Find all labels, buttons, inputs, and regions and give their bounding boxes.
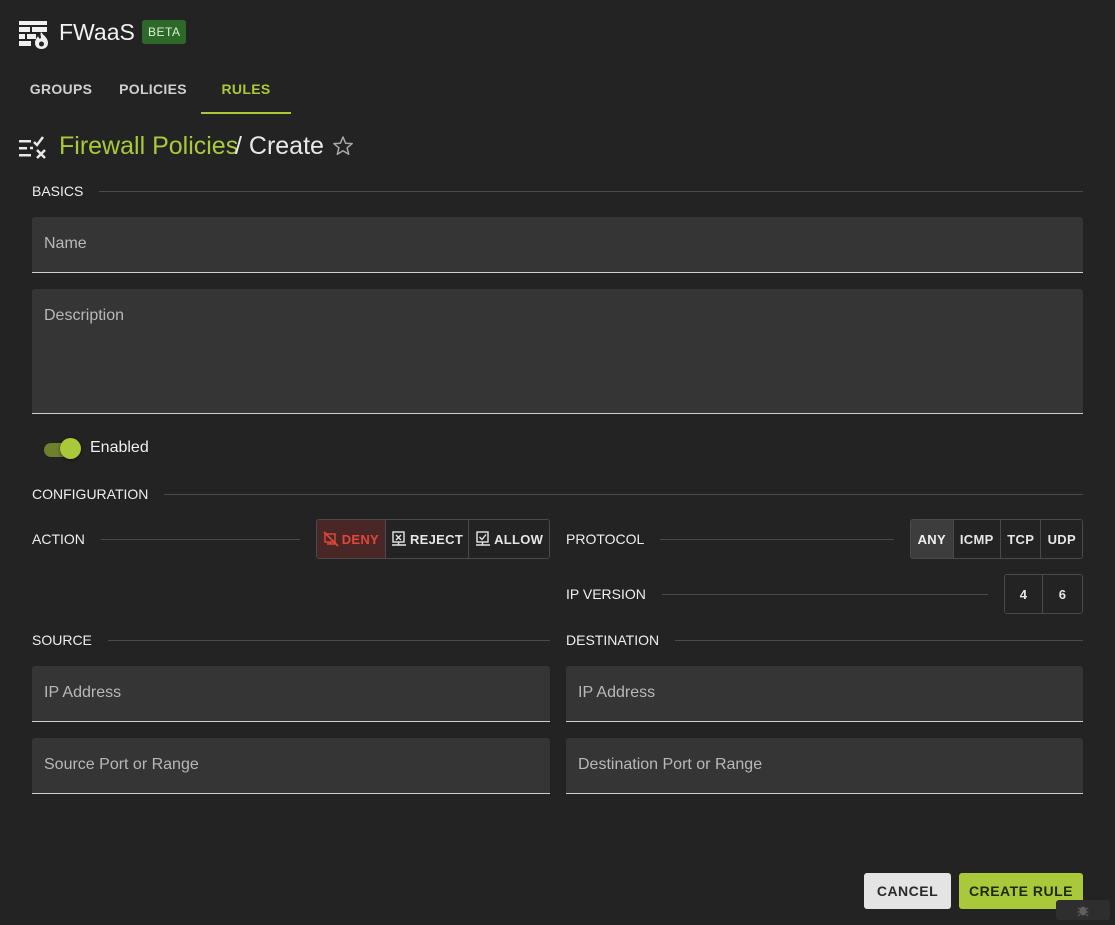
section-action-label: ACTION <box>32 531 85 547</box>
star-icon[interactable] <box>331 134 355 158</box>
section-protocol: PROTOCOL <box>566 529 894 549</box>
ip-version-4-button[interactable]: 4 <box>1005 575 1044 613</box>
cancel-button[interactable]: CANCEL <box>864 873 951 909</box>
enabled-toggle[interactable] <box>60 438 81 459</box>
name-field[interactable]: Name <box>32 217 1083 273</box>
deny-button[interactable]: DENY <box>317 520 386 558</box>
source-ip-field[interactable]: IP Address <box>32 666 550 722</box>
section-ip-version: IP VERSION <box>566 584 988 604</box>
tab-groups[interactable]: GROUPS <box>18 68 104 114</box>
source-ip-placeholder: IP Address <box>44 684 122 701</box>
section-basics: BASICS <box>32 181 1083 201</box>
firewall-logo-icon <box>18 18 50 50</box>
protocol-tcp-button[interactable]: TCP <box>1000 520 1042 558</box>
divider <box>100 538 300 540</box>
divider <box>107 639 550 641</box>
source-port-placeholder: Source Port or Range <box>44 756 199 773</box>
tab-rules[interactable]: RULES <box>201 68 291 114</box>
destination-port-field[interactable]: Destination Port or Range <box>566 738 1083 794</box>
divider <box>164 493 1083 495</box>
destination-port-placeholder: Destination Port or Range <box>578 756 763 773</box>
app-title: FWaaS <box>59 19 135 45</box>
divider <box>99 190 1083 192</box>
section-destination: DESTINATION <box>566 630 1083 650</box>
section-protocol-label: PROTOCOL <box>566 531 645 547</box>
deny-icon <box>323 531 339 547</box>
section-action: ACTION <box>32 529 300 549</box>
bug-report-icon[interactable] <box>1056 900 1110 920</box>
section-basics-label: BASICS <box>32 183 84 199</box>
protocol-selector[interactable]: ANY ICMP TCP UDP <box>910 519 1083 559</box>
rule-list-icon <box>18 135 50 161</box>
tab-policies[interactable]: POLICIES <box>110 68 196 114</box>
description-field[interactable]: Description <box>32 289 1083 414</box>
section-configuration: CONFIGURATION <box>32 484 1083 504</box>
breadcrumb-current: / Create <box>235 132 324 160</box>
destination-ip-placeholder: IP Address <box>578 684 656 701</box>
ip-version-selector[interactable]: 4 6 <box>1004 574 1083 614</box>
reject-label: REJECT <box>409 531 464 547</box>
reject-icon <box>391 531 406 546</box>
deny-label: DENY <box>341 531 380 547</box>
protocol-icmp-button[interactable]: ICMP <box>953 520 1001 558</box>
divider <box>661 593 988 595</box>
section-source: SOURCE <box>32 630 550 650</box>
ip-version-6-button[interactable]: 6 <box>1043 575 1082 613</box>
allow-icon <box>476 531 491 546</box>
protocol-udp-button[interactable]: UDP <box>1041 520 1082 558</box>
section-destination-label: DESTINATION <box>566 632 660 648</box>
enabled-label: Enabled <box>90 439 149 456</box>
name-placeholder: Name <box>44 235 87 252</box>
section-ip-version-label: IP VERSION <box>566 586 646 602</box>
allow-label: ALLOW <box>494 531 544 547</box>
protocol-any-button[interactable]: ANY <box>911 520 954 558</box>
destination-ip-field[interactable]: IP Address <box>566 666 1083 722</box>
section-source-label: SOURCE <box>32 632 92 648</box>
allow-button[interactable]: ALLOW <box>469 520 549 558</box>
reject-button[interactable]: REJECT <box>385 520 470 558</box>
breadcrumb-firewall-policies[interactable]: Firewall Policies <box>59 130 238 162</box>
source-port-field[interactable]: Source Port or Range <box>32 738 550 794</box>
divider <box>660 538 894 540</box>
divider <box>675 639 1083 641</box>
section-configuration-label: CONFIGURATION <box>32 486 149 502</box>
action-selector[interactable]: DENY REJECT ALLOW <box>316 519 550 559</box>
beta-badge: BETA <box>142 20 187 44</box>
description-placeholder: Description <box>44 307 125 324</box>
